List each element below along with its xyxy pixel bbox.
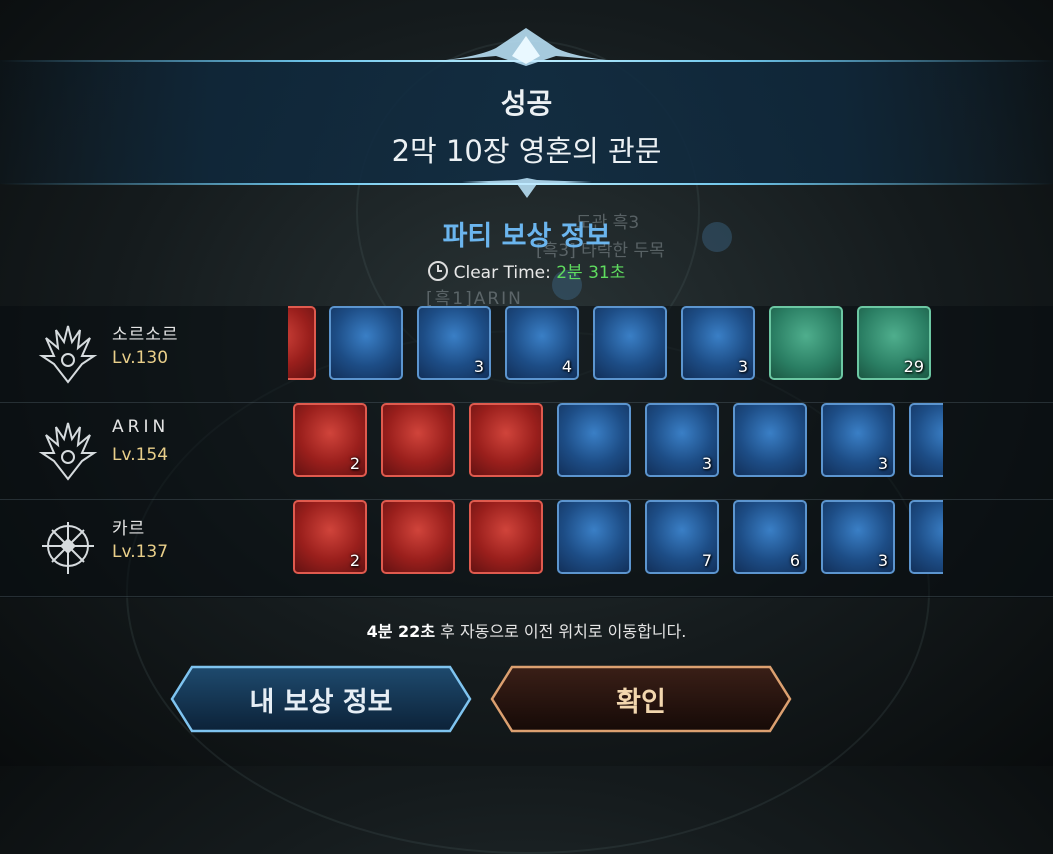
banner-crest-bottom-icon xyxy=(462,178,592,198)
reward-item-strip[interactable]: 2 7 6 3 xyxy=(288,500,943,596)
item-count: 29 xyxy=(903,357,924,376)
reward-item[interactable] xyxy=(381,403,455,477)
item-count: 3 xyxy=(877,551,888,570)
item-count: 3 xyxy=(737,357,748,376)
clock-icon xyxy=(427,261,448,281)
player-level: Lv.130 xyxy=(112,348,169,368)
item-count: 3 xyxy=(701,454,712,473)
reward-item[interactable] xyxy=(469,500,543,574)
clear-time-line: Clear Time: 2분 31초 xyxy=(0,258,1053,283)
reward-item[interactable]: 6 xyxy=(733,500,807,574)
reward-item[interactable] xyxy=(557,500,631,574)
player-row: ARIN Lv.154 2 3 3 xyxy=(0,403,1053,500)
banner-crest-icon xyxy=(426,28,626,66)
auto-return-text: 후 자동으로 이전 위치로 이동합니다. xyxy=(440,622,687,641)
reward-item[interactable] xyxy=(381,500,455,574)
reward-item[interactable]: 3 xyxy=(821,500,895,574)
player-name: ARIN xyxy=(112,417,170,437)
reward-item[interactable]: 2 xyxy=(293,500,367,574)
auto-return-message: 4분 22초 후 자동으로 이전 위치로 이동합니다. xyxy=(0,618,1053,642)
countdown: 4분 22초 xyxy=(366,622,436,641)
reward-item[interactable] xyxy=(557,403,631,477)
item-count: 4 xyxy=(561,357,572,376)
reward-item[interactable]: 3 xyxy=(417,306,491,380)
reward-item[interactable]: 4 xyxy=(505,306,579,380)
reward-item[interactable]: 29 xyxy=(857,306,931,380)
spiked-crest-icon xyxy=(38,325,98,384)
item-count: 3 xyxy=(877,454,888,473)
spiked-crest-icon xyxy=(38,422,98,481)
reward-item[interactable] xyxy=(909,500,943,574)
reward-item[interactable] xyxy=(469,403,543,477)
reward-item[interactable]: 7 xyxy=(645,500,719,574)
reward-item[interactable]: 3 xyxy=(821,403,895,477)
reward-item[interactable]: 2 xyxy=(293,403,367,477)
reward-item[interactable] xyxy=(769,306,843,380)
player-name: 카르 xyxy=(112,519,146,539)
party-reward-list[interactable]: 소르소르 Lv.130 3 4 3 29 ARIN Lv.154 2 3 3 카… xyxy=(0,306,1053,598)
item-count: 6 xyxy=(789,551,800,570)
my-reward-button-label: 내 보상 정보 xyxy=(249,686,393,718)
stage-name: 2막 10장 영혼의 관문 xyxy=(391,134,662,168)
item-count: 2 xyxy=(349,454,360,473)
result-status: 성공 xyxy=(500,87,553,120)
party-reward-title: 파티 보상 정보 xyxy=(442,221,611,252)
reward-item[interactable] xyxy=(288,306,316,380)
my-reward-button[interactable]: 내 보상 정보 xyxy=(170,664,472,734)
player-level: Lv.154 xyxy=(112,445,169,465)
player-level: Lv.137 xyxy=(112,542,169,562)
confirm-button[interactable]: 확인 xyxy=(490,664,792,734)
player-name: 소르소르 xyxy=(112,325,179,345)
reward-item[interactable] xyxy=(329,306,403,380)
reward-item-strip[interactable]: 3 4 3 29 xyxy=(288,306,943,402)
reward-item[interactable] xyxy=(593,306,667,380)
crossbow-crest-icon xyxy=(42,522,94,574)
item-count: 3 xyxy=(473,357,484,376)
item-count: 2 xyxy=(349,551,360,570)
player-row: 카르 Lv.137 2 7 6 3 xyxy=(0,500,1053,597)
player-row: 소르소르 Lv.130 3 4 3 29 xyxy=(0,306,1053,403)
reward-item[interactable] xyxy=(909,403,943,477)
clear-time-value: 2분 31초 xyxy=(556,263,626,283)
clear-time-label: Clear Time: xyxy=(453,263,551,283)
reward-item[interactable]: 3 xyxy=(681,306,755,380)
item-count: 7 xyxy=(701,551,712,570)
reward-item[interactable]: 3 xyxy=(645,403,719,477)
reward-item[interactable] xyxy=(733,403,807,477)
reward-item-strip[interactable]: 2 3 3 xyxy=(288,403,943,499)
confirm-button-label: 확인 xyxy=(616,686,666,718)
